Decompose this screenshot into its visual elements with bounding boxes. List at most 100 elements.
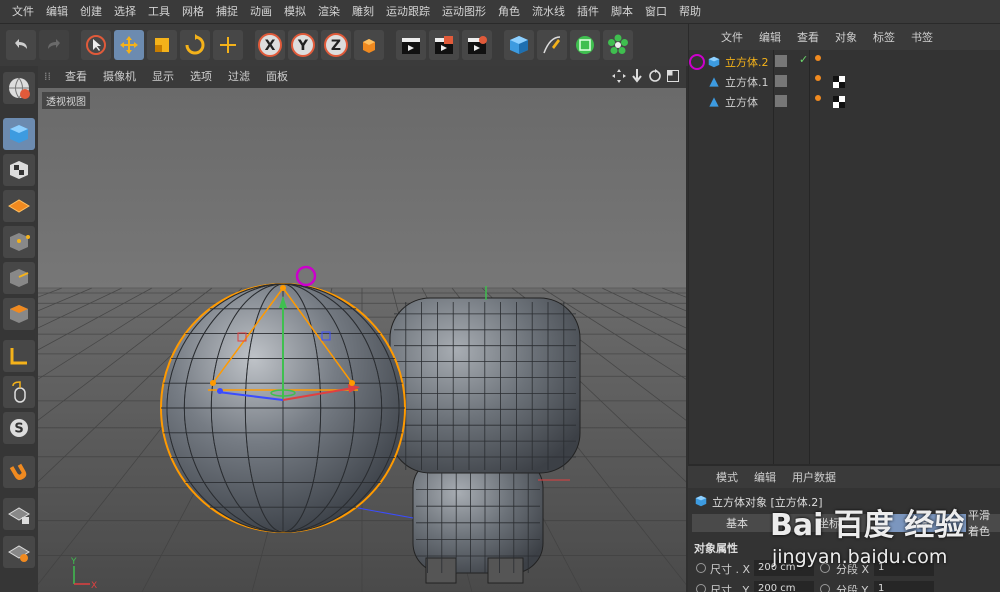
live-select-button[interactable] <box>81 30 111 60</box>
render-settings-button[interactable] <box>462 30 492 60</box>
menu-help[interactable]: 帮助 <box>673 0 707 24</box>
subdivision-surface-button[interactable] <box>570 30 600 60</box>
menu-pipeline[interactable]: 流水线 <box>526 0 571 24</box>
segments-y-input[interactable]: 1 <box>874 581 934 592</box>
material-tag-icon[interactable] <box>833 76 845 88</box>
menu-animate[interactable]: 动画 <box>244 0 278 24</box>
redo-icon <box>48 39 60 49</box>
om-menu-file[interactable]: 文件 <box>713 29 751 45</box>
solo-mode-button[interactable]: S <box>3 412 35 444</box>
menu-render[interactable]: 渲染 <box>312 0 346 24</box>
menu-file[interactable]: 文件 <box>6 0 40 24</box>
object-name[interactable]: 立方体.1 <box>725 74 769 90</box>
layer-box[interactable] <box>775 95 787 107</box>
menu-tools[interactable]: 工具 <box>142 0 176 24</box>
render-to-picture-viewer-button[interactable] <box>429 30 459 60</box>
rotate-tool-button[interactable] <box>180 30 210 60</box>
om-menu-view[interactable]: 查看 <box>789 29 827 45</box>
y-axis-lock-button[interactable]: Y <box>288 30 318 60</box>
viewport-menu-options[interactable]: 选项 <box>182 66 220 88</box>
object-name[interactable]: 立方体 <box>725 94 758 110</box>
menu-plugins[interactable]: 插件 <box>571 0 605 24</box>
edges-mode-button[interactable] <box>3 262 35 294</box>
viewport-menu-filter[interactable]: 过滤 <box>220 66 258 88</box>
workplane-lock-button[interactable] <box>3 498 35 530</box>
om-menu-objects[interactable]: 对象 <box>827 29 865 45</box>
maximize-view-icon[interactable] <box>666 69 680 83</box>
axis-mode-button[interactable] <box>3 340 35 372</box>
menu-select[interactable]: 选择 <box>108 0 142 24</box>
menu-simulate[interactable]: 模拟 <box>278 0 312 24</box>
menu-window[interactable]: 窗口 <box>639 0 673 24</box>
x-axis-lock-button[interactable]: X <box>255 30 285 60</box>
tab-coordinates[interactable]: 坐标 <box>784 514 874 532</box>
attr-menu-user-data[interactable]: 用户数据 <box>784 469 844 485</box>
menu-script[interactable]: 脚本 <box>605 0 639 24</box>
keyframe-dot[interactable] <box>820 563 830 573</box>
menu-character[interactable]: 角色 <box>492 0 526 24</box>
menu-create[interactable]: 创建 <box>74 0 108 24</box>
snapping-button[interactable] <box>3 456 35 488</box>
z-axis-lock-button[interactable]: Z <box>321 30 351 60</box>
om-menu-edit[interactable]: 编辑 <box>751 29 789 45</box>
redo-button[interactable] <box>39 30 69 60</box>
om-menu-tags[interactable]: 标签 <box>865 29 903 45</box>
workplane-mode-button[interactable] <box>3 190 35 222</box>
phong-tag-icon[interactable] <box>815 55 821 61</box>
pen-spline-button[interactable] <box>537 30 567 60</box>
enabled-check-icon[interactable]: ✓ <box>799 53 808 66</box>
tab-phong[interactable]: 平滑着色 <box>968 509 1000 538</box>
om-menu-bookmarks[interactable]: 书签 <box>903 29 941 45</box>
viewport-menu-camera[interactable]: 摄像机 <box>95 66 144 88</box>
add-tool-button[interactable] <box>213 30 243 60</box>
viewport-menu-panel[interactable]: 面板 <box>258 66 296 88</box>
object-row-cube[interactable]: 立方体 <box>689 92 1000 112</box>
model-mode-button[interactable] <box>3 118 35 150</box>
points-mode-button[interactable] <box>3 226 35 258</box>
size-y-input[interactable]: 200 cm <box>754 581 814 592</box>
tweak-mode-button[interactable] <box>3 376 35 408</box>
coordinate-system-button[interactable] <box>354 30 384 60</box>
mograph-cloner-button[interactable] <box>603 30 633 60</box>
viewport-menu-display[interactable]: 显示 <box>144 66 182 88</box>
cube-primitive-button[interactable] <box>504 30 534 60</box>
menu-motion-tracking[interactable]: 运动跟踪 <box>380 0 436 24</box>
menu-edit[interactable]: 编辑 <box>40 0 74 24</box>
zoom-icon[interactable] <box>630 69 644 83</box>
perspective-viewport[interactable]: Y X <box>38 88 686 592</box>
undo-button[interactable] <box>6 30 36 60</box>
polygons-mode-button[interactable] <box>3 298 35 330</box>
keyframe-dot[interactable] <box>696 563 706 573</box>
object-row-cube-2[interactable]: 立方体.2 ✓ <box>689 52 1000 72</box>
pan-icon[interactable] <box>612 69 626 83</box>
attr-menu-mode[interactable]: 模式 <box>708 469 746 485</box>
menu-mesh[interactable]: 网格 <box>176 0 210 24</box>
section-title: 对象属性 <box>694 542 738 555</box>
material-tag-icon[interactable] <box>833 96 845 108</box>
phong-tag-icon[interactable] <box>815 95 821 101</box>
menu-mograph[interactable]: 运动图形 <box>436 0 492 24</box>
tab-basic[interactable]: 基本 <box>692 514 782 532</box>
object-name[interactable]: 立方体.2 <box>725 54 769 70</box>
tab-object[interactable]: 对象 <box>876 514 966 532</box>
make-editable-button[interactable] <box>3 72 35 104</box>
texture-mode-button[interactable] <box>3 154 35 186</box>
viewport-menu-view[interactable]: 查看 <box>57 66 95 88</box>
size-x-input[interactable]: 200 cm <box>754 560 814 576</box>
render-view-button[interactable] <box>396 30 426 60</box>
grid-magnet-icon <box>8 545 30 562</box>
menu-sculpt[interactable]: 雕刻 <box>346 0 380 24</box>
orbit-icon[interactable] <box>648 69 662 83</box>
segments-x-input[interactable]: 1 <box>874 560 934 576</box>
attr-menu-edit[interactable]: 编辑 <box>746 469 784 485</box>
menu-snap[interactable]: 捕捉 <box>210 0 244 24</box>
phong-tag-icon[interactable] <box>815 75 821 81</box>
workplane-mode-2-button[interactable] <box>3 536 35 568</box>
scale-tool-button[interactable] <box>147 30 177 60</box>
move-tool-button[interactable] <box>114 30 144 60</box>
keyframe-dot[interactable] <box>820 584 830 592</box>
layer-box[interactable] <box>775 75 787 87</box>
object-row-cube-1[interactable]: 立方体.1 <box>689 72 1000 92</box>
keyframe-dot[interactable] <box>696 584 706 592</box>
layer-box[interactable] <box>775 55 787 67</box>
